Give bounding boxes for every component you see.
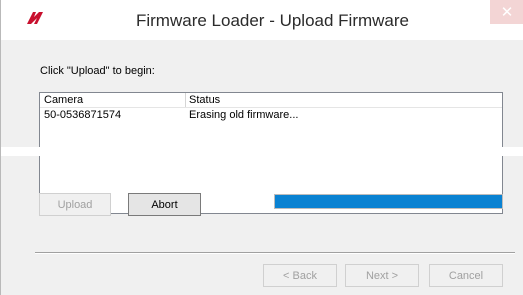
abort-button[interactable]: Abort [128,193,201,216]
column-header-status[interactable]: Status [189,94,220,106]
upload-button[interactable]: Upload [39,193,111,216]
progress-fill [275,195,502,208]
close-icon: ✕ [500,4,514,21]
window-title: Firmware Loader - Upload Firmware [135,11,410,30]
firmware-loader-window: Firmware Loader - Upload Firmware ✕ Clic… [0,0,523,295]
column-divider[interactable] [185,93,186,107]
cancel-button[interactable]: Cancel [429,264,503,287]
next-button[interactable]: Next > [345,264,419,287]
title-bar[interactable]: Firmware Loader - Upload Firmware ✕ [1,0,523,40]
content-area: Click "Upload" to begin: Camera Status 5… [1,40,523,295]
overlay-band [1,147,523,156]
upload-progress-bar [274,194,503,209]
list-header: Camera Status [40,93,502,108]
separator-line [35,252,515,254]
close-button[interactable]: ✕ [490,0,523,24]
status-cell: Erasing old firmware... [189,109,299,121]
column-header-camera[interactable]: Camera [44,94,83,106]
instruction-label: Click "Upload" to begin: [40,65,155,77]
back-button[interactable]: < Back [263,264,337,287]
camera-serial-cell: 50-0536871574 [44,109,122,121]
table-row[interactable]: 50-0536871574 Erasing old firmware... [40,108,502,122]
